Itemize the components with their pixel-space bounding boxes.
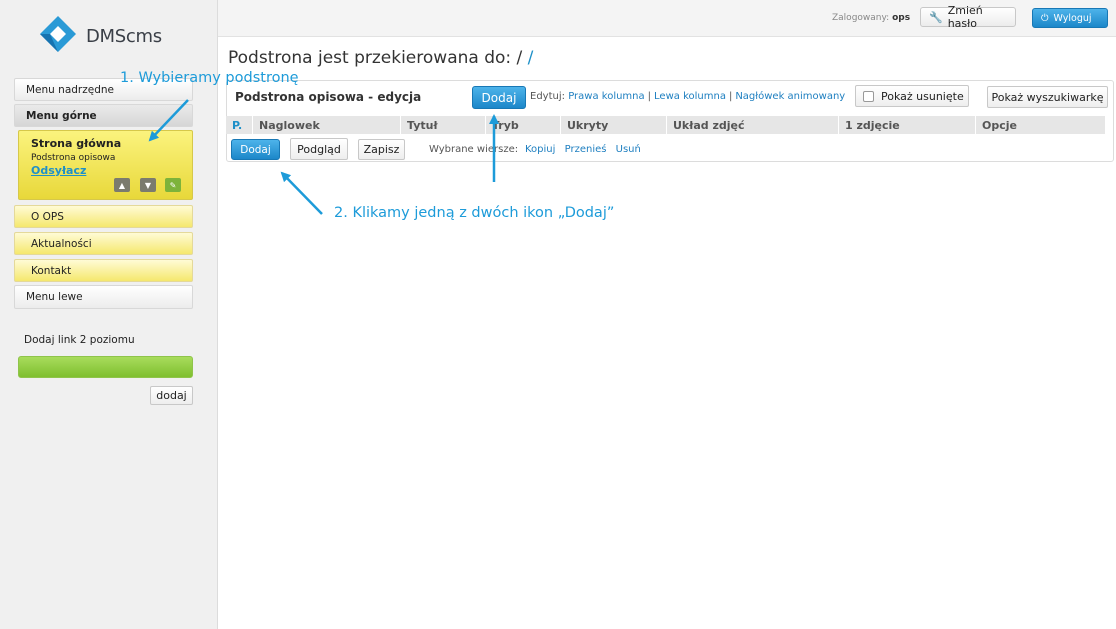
logged-label: Zalogowany:	[832, 13, 890, 23]
column-header[interactable]: 1 zdjęcie	[839, 116, 976, 134]
sidebar-item-aktualnosci[interactable]: Aktualności	[14, 232, 193, 255]
menu-left[interactable]: Menu lewe	[14, 285, 193, 309]
edit-icon[interactable]: ✎	[165, 178, 181, 192]
page-title-path: /	[516, 48, 523, 68]
power-icon: ⏻	[1041, 12, 1049, 24]
brand-name: DMScms	[86, 26, 162, 47]
delete-link[interactable]: Usuń	[616, 144, 641, 155]
logo[interactable]: DMScms	[36, 14, 196, 58]
annotation-step-1: 1. Wybieramy podstronę	[120, 70, 299, 86]
annotation-step-2: 2. Klikamy jedną z dwóch ikon „Dodaj”	[334, 205, 615, 221]
page-title-link[interactable]: /	[528, 48, 534, 68]
column-header[interactable]: Tytuł	[401, 116, 486, 134]
logout-label: Wyloguj	[1053, 12, 1092, 24]
topbar: Zalogowany: ops 🔧 Zmień hasło ⏻ Wyloguj	[218, 0, 1116, 37]
edit-links: Edytuj: Prawa kolumna | Lewa kolumna | Nagłó…	[530, 91, 846, 102]
show-deleted-label: Pokaż usunięte	[881, 89, 964, 103]
edit-link-left-column[interactable]: Lewa kolumna	[654, 91, 726, 102]
menu-top[interactable]: Menu górne	[14, 104, 193, 127]
copy-link[interactable]: Kopiuj	[525, 144, 555, 155]
move-link[interactable]: Przenieś	[565, 144, 607, 155]
table-header: P. Naglowek Tytuł Tryb Ukryty Układ zdję…	[226, 116, 1106, 134]
selected-page-title: Strona główna	[31, 137, 122, 150]
add-button-row[interactable]: Dodaj	[231, 139, 280, 160]
column-header[interactable]: Tryb	[486, 116, 561, 134]
sidebar-item-kontakt[interactable]: Kontakt	[14, 259, 193, 282]
page-title: Podstrona jest przekierowana do: / /	[228, 48, 533, 68]
wrench-icon: 🔧	[929, 10, 943, 24]
selected-page-link[interactable]: Odsyłacz	[31, 164, 86, 177]
column-header[interactable]: P.	[226, 116, 253, 134]
column-header[interactable]: Ukryty	[561, 116, 667, 134]
arrow-to-add-row	[280, 171, 323, 215]
logged-in-info: Zalogowany: ops	[832, 13, 910, 23]
add-link-button[interactable]: dodaj	[150, 386, 193, 405]
show-deleted-toggle[interactable]: Pokaż usunięte	[855, 85, 969, 107]
edit-link-animated-header[interactable]: Nagłówek animowany	[735, 91, 845, 102]
column-header[interactable]: Układ zdjęć	[667, 116, 839, 134]
selected-rows-actions: Kopiuj Przenieś Usuń	[525, 144, 647, 155]
sidebar: DMScms Menu nadrzędne Menu górne Strona …	[0, 0, 218, 629]
edit-label: Edytuj:	[530, 91, 565, 102]
save-button[interactable]: Zapisz	[358, 139, 405, 160]
logged-user: ops	[892, 13, 911, 23]
logout-button[interactable]: ⏻ Wyloguj	[1032, 8, 1108, 28]
show-search-button[interactable]: Pokaż wyszukiwarkę	[987, 86, 1108, 108]
column-header[interactable]: Naglowek	[253, 116, 401, 134]
dmscms-logo-icon	[40, 16, 76, 52]
page-title-text: Podstrona jest przekierowana do:	[228, 48, 512, 68]
column-header[interactable]: Opcje	[976, 116, 1106, 134]
edit-link-right-column[interactable]: Prawa kolumna	[568, 91, 644, 102]
selected-page-subtitle: Podstrona opisowa	[31, 153, 116, 163]
add-button-top[interactable]: Dodaj	[472, 86, 526, 109]
move-down-icon[interactable]: ▼	[140, 178, 156, 192]
selected-page-item[interactable]: Strona główna Podstrona opisowa Odsyłacz…	[18, 130, 193, 200]
sidebar-item-o-ops[interactable]: O OPS	[14, 205, 193, 228]
change-password-label: Zmień hasło	[947, 4, 983, 30]
change-password-button[interactable]: 🔧 Zmień hasło	[920, 4, 1016, 30]
show-deleted-checkbox[interactable]	[863, 90, 874, 102]
add-level2-input[interactable]	[18, 356, 193, 378]
panel-title: Podstrona opisowa - edycja	[235, 90, 422, 104]
add-level2-label: Dodaj link 2 poziomu	[24, 334, 135, 346]
move-up-icon[interactable]: ▲	[114, 178, 130, 192]
selected-rows-label: Wybrane wiersze:	[429, 144, 519, 155]
preview-button[interactable]: Podgląd	[290, 138, 348, 160]
